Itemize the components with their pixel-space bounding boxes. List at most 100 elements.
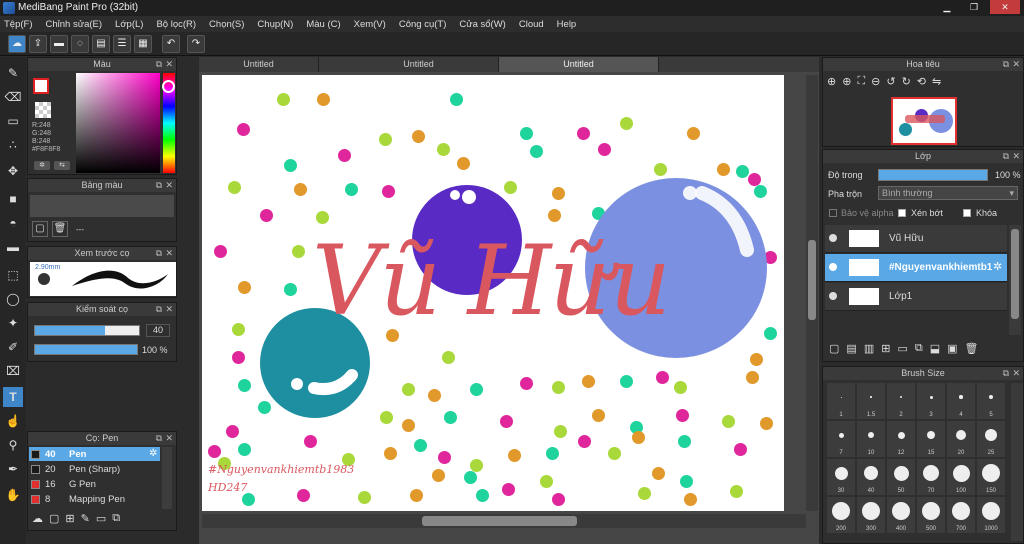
vertical-scrollbar[interactable] xyxy=(806,75,818,511)
bucket-icon[interactable]: ◓ xyxy=(3,213,23,233)
menu-file[interactable]: Tệp(F) xyxy=(4,19,33,30)
saturation-value-picker[interactable] xyxy=(76,73,160,173)
menu-filter[interactable]: Bộ lọc(R) xyxy=(156,19,196,30)
add-layer-menu-icon[interactable]: ⊞ xyxy=(881,342,890,358)
blend-mode-select[interactable]: Bình thường ▾ xyxy=(878,186,1018,200)
brush-size-cell[interactable]: 3 xyxy=(917,383,945,419)
brush-size-cell[interactable]: 300 xyxy=(857,497,885,533)
eye-icon[interactable] xyxy=(829,263,837,271)
brush-list-scrollbar[interactable] xyxy=(162,447,172,509)
brush-size-value[interactable]: 40 xyxy=(146,324,170,337)
brush-item-pen[interactable]: Pen xyxy=(69,449,86,460)
layer-row-selected[interactable]: #Nguyenvankhiemtb1 ✲ xyxy=(825,254,1007,282)
brush-size-scrollbar[interactable] xyxy=(1011,383,1023,541)
tab-untitled-1[interactable]: Untitled xyxy=(199,57,319,72)
transparent-color-swatch[interactable] xyxy=(35,102,51,118)
new-layer-icon[interactable]: ▢ xyxy=(829,342,839,358)
delete-palette-icon[interactable]: 🗑 xyxy=(52,221,68,237)
tab-untitled-3[interactable]: Untitled xyxy=(499,57,659,72)
list-icon[interactable]: ☰ xyxy=(113,35,131,53)
float-icon[interactable]: ⧉ xyxy=(156,58,162,71)
eyedropper-icon[interactable]: ⚲ xyxy=(3,435,23,455)
close-icon[interactable]: ✕ xyxy=(165,303,173,316)
float-icon[interactable]: ⧉ xyxy=(1003,150,1009,163)
menu-layer[interactable]: Lớp(L) xyxy=(115,19,143,30)
float-icon[interactable]: ⧉ xyxy=(1003,58,1009,71)
layer-opacity-slider[interactable] xyxy=(878,169,988,181)
brush-icon[interactable]: ✎ xyxy=(3,63,23,83)
brush-item-g-pen[interactable]: G Pen xyxy=(69,479,96,490)
layer-settings-icon[interactable]: ✲ xyxy=(993,260,1002,273)
brush-size-cell[interactable]: 500 xyxy=(917,497,945,533)
delete-layer-icon[interactable]: 🗑 xyxy=(965,342,979,358)
close-icon[interactable]: ✕ xyxy=(165,247,173,260)
duplicate-layer-icon[interactable]: ⧉ xyxy=(915,342,923,358)
lasso-icon[interactable]: ◯ xyxy=(3,289,23,309)
brush-size-cell[interactable]: 20 xyxy=(947,421,975,457)
vertical-scroll-thumb[interactable] xyxy=(808,240,816,320)
layer-row[interactable]: Lớp1 xyxy=(825,283,1007,311)
lock-checkbox[interactable] xyxy=(963,209,971,217)
brush-size-cell[interactable]: 5 xyxy=(977,383,1005,419)
palette-add-icon[interactable]: ✲ xyxy=(34,161,50,170)
select-pen-icon[interactable]: ✐ xyxy=(3,337,23,357)
brush-size-cell[interactable]: 50 xyxy=(887,459,915,495)
brush-size-cell[interactable]: 100 xyxy=(947,459,975,495)
menu-window[interactable]: Cửa sổ(W) xyxy=(459,19,505,30)
hue-slider-handle[interactable] xyxy=(162,80,175,93)
float-icon[interactable]: ⧉ xyxy=(156,179,162,192)
layer-folder-icon[interactable]: ▭ xyxy=(897,342,907,358)
brush-item-mapping-pen[interactable]: Mapping Pen xyxy=(69,494,125,505)
brush-size-cell[interactable]: 200 xyxy=(827,497,855,533)
brush-folder-icon[interactable]: ▭ xyxy=(96,512,106,528)
restore-button[interactable]: ❐ xyxy=(962,0,986,14)
float-icon[interactable]: ⧉ xyxy=(1003,367,1009,380)
brush-size-cell[interactable]: 150 xyxy=(977,459,1005,495)
select-rect-icon[interactable]: ⬚ xyxy=(3,265,23,285)
rotate-left-icon[interactable]: ↺ xyxy=(886,75,895,91)
menu-tools[interactable]: Công cụ(T) xyxy=(399,19,447,30)
close-icon[interactable]: ✕ xyxy=(165,58,173,71)
palette-select[interactable] xyxy=(30,195,174,217)
float-icon[interactable]: ⧉ xyxy=(156,303,162,316)
tab-untitled-2[interactable]: Untitled xyxy=(339,57,499,72)
brush-size-cell[interactable]: 1000 xyxy=(977,497,1005,533)
navigator-thumbnail[interactable] xyxy=(891,97,957,145)
foreground-color-swatch[interactable] xyxy=(33,78,49,94)
close-icon[interactable]: ✕ xyxy=(1012,58,1020,71)
menu-view[interactable]: Xem(V) xyxy=(354,19,386,30)
comment-icon[interactable]: ▬ xyxy=(50,35,68,53)
layer-scroll-thumb[interactable] xyxy=(1011,229,1019,319)
pen-tool-icon[interactable]: ✒ xyxy=(3,459,23,479)
close-button[interactable]: ✕ xyxy=(990,0,1020,14)
brush-size-cell[interactable]: 12 xyxy=(887,421,915,457)
text-icon[interactable]: T xyxy=(3,387,23,407)
brush-edit-icon[interactable]: ✎ xyxy=(81,512,90,528)
fit-icon[interactable]: ⛶ xyxy=(857,75,865,91)
brush-size-cell[interactable]: 2 xyxy=(887,383,915,419)
brush-settings-icon[interactable]: ✲ xyxy=(149,448,157,459)
brush-size-cell[interactable]: 25 xyxy=(977,421,1005,457)
operation-icon[interactable]: ☝ xyxy=(3,411,23,431)
rectangle-icon[interactable]: ▭ xyxy=(3,111,23,131)
undo-icon[interactable]: ↶ xyxy=(162,35,180,53)
flip-icon[interactable]: ⇋ xyxy=(932,75,941,91)
zoom-in-plus-icon[interactable]: ⊕ xyxy=(842,75,851,91)
magic-wand-icon[interactable]: ✦ xyxy=(3,313,23,333)
float-icon[interactable]: ⧉ xyxy=(156,247,162,260)
minimize-button[interactable]: ▁ xyxy=(935,0,959,14)
upload-icon[interactable]: ⇪ xyxy=(29,35,47,53)
hand-icon[interactable]: ✋ xyxy=(3,485,23,505)
eye-icon[interactable] xyxy=(829,234,837,242)
brush-size-cell[interactable]: 30 xyxy=(827,459,855,495)
brush-size-cell[interactable]: 400 xyxy=(887,497,915,533)
horizontal-scrollbar[interactable] xyxy=(202,514,806,528)
close-icon[interactable]: ✕ xyxy=(165,432,173,445)
eraser-icon[interactable]: ⌫ xyxy=(3,87,23,107)
clipping-checkbox[interactable] xyxy=(898,209,906,217)
close-icon[interactable]: ✕ xyxy=(1012,150,1020,163)
document-icon[interactable]: ▤ xyxy=(92,35,110,53)
menu-select[interactable]: Chọn(S) xyxy=(209,19,244,30)
menu-cloud[interactable]: Cloud xyxy=(519,19,544,30)
reset-rotation-icon[interactable]: ⟲ xyxy=(917,75,926,91)
